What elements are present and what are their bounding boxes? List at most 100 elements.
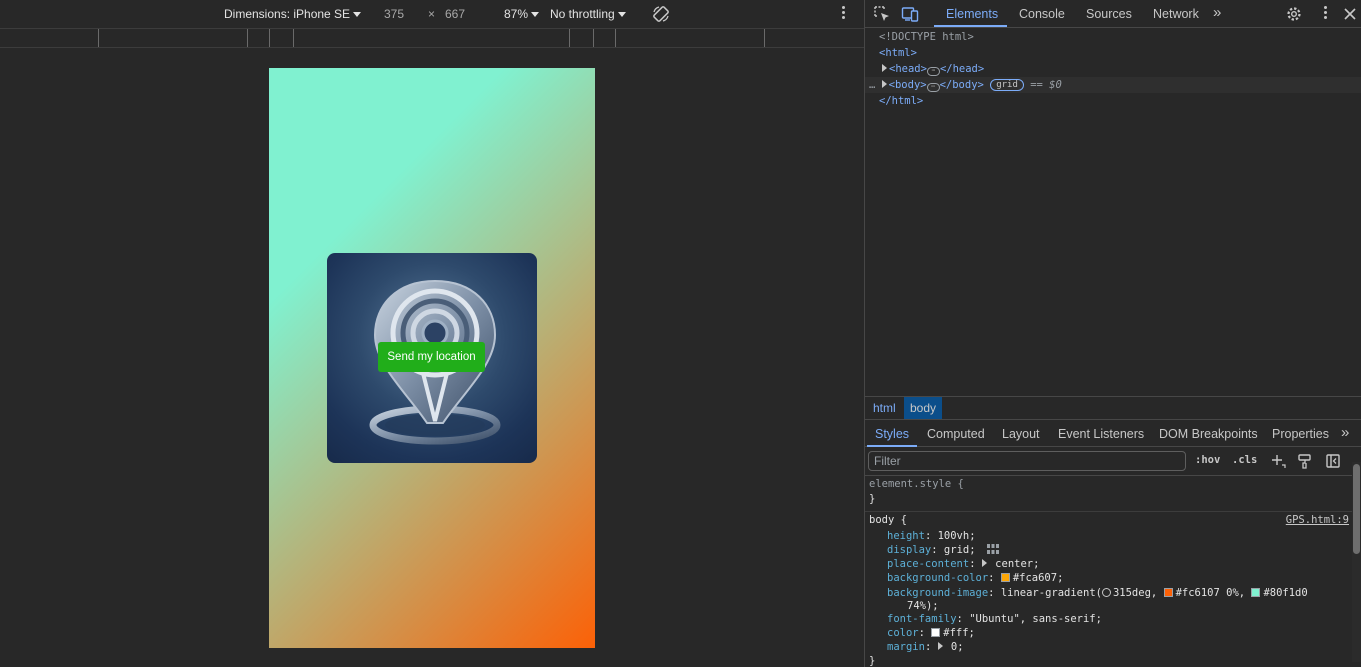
declaration-font-family[interactable]: font-family: "Ubuntu", sans-serif; [887,612,1102,626]
gradient-stop[interactable]: #80f1d0 [1263,587,1307,599]
tab-elements[interactable]: Elements [946,7,998,21]
styles-scrollbar[interactable] [1352,462,1361,662]
color-swatch[interactable] [1000,573,1010,582]
gear-icon[interactable] [1285,5,1303,23]
declaration-margin[interactable]: margin: 0; [887,640,964,654]
gradient-angle[interactable]: 315deg, [1113,587,1157,599]
height-field[interactable]: 667 [445,7,465,21]
color-swatch[interactable] [1163,588,1173,597]
expand-triangle-icon[interactable] [937,642,943,650]
collapsed-ellipsis[interactable]: ⋯ [926,67,940,76]
dom-node-html-close[interactable]: </html> [865,93,1361,109]
dom-node-body[interactable]: … <body> ⋯ </body> grid == $0 [865,77,1361,93]
declaration-place-content[interactable]: place-content: center; [887,557,1039,571]
breadcrumb-html[interactable]: html [867,397,902,419]
tab-network[interactable]: Network [1153,7,1199,21]
more-options-icon[interactable] [838,6,848,22]
prop-name: font-family [887,613,957,625]
dom-node-html[interactable]: <html> [865,45,1361,61]
toggle-sidebar-icon[interactable] [1325,453,1341,469]
ruler-tick [98,29,99,47]
prop-name: background-image [887,587,989,599]
tab-styles[interactable]: Styles [875,427,909,441]
prop-value[interactable]: grid; [944,544,976,556]
angle-swatch[interactable] [1101,588,1111,597]
color-swatch[interactable] [931,628,941,637]
prop-value[interactable]: "Ubuntu", sans-serif; [969,613,1102,625]
devtools-menu-icon[interactable] [1320,6,1330,22]
prop-value[interactable]: 0; [951,641,964,653]
tab-sources[interactable]: Sources [1086,7,1132,21]
doctype-text: <!DOCTYPE html> [879,31,974,43]
grid-badge[interactable]: grid [990,79,1024,91]
html-open-tag: <html> [879,47,917,59]
screen: Dimensions: iPhone SE 375 × 667 87% No t… [0,0,1361,667]
ruler-tick [764,29,765,47]
width-field[interactable]: 375 [384,7,404,21]
zoom-select[interactable]: 87% [504,7,540,21]
tab-dom-breakpoints[interactable]: DOM Breakpoints [1159,427,1258,441]
expand-triangle-icon[interactable] [981,559,987,567]
devtools-tabbar: Elements Console Sources Network » [865,0,1361,28]
active-tab-indicator [934,25,1007,27]
paint-brush-icon[interactable] [1297,453,1313,469]
device-select[interactable]: Dimensions: iPhone SE [224,7,362,21]
tab-computed[interactable]: Computed [927,427,985,441]
prop-value[interactable]: #fca607; [1013,572,1064,584]
rule-close-brace: } [869,493,876,505]
hov-button[interactable]: :hov [1195,454,1220,466]
prop-name: place-content [887,558,970,570]
breadcrumb-body[interactable]: body [904,397,943,419]
prop-value[interactable]: linear-gradient( [1001,587,1102,599]
prop-value[interactable]: 100vh; [938,530,976,542]
close-icon[interactable] [1341,5,1359,23]
send-location-button[interactable]: Send my location [378,342,485,372]
scrollbar-thumb[interactable] [1353,464,1360,554]
more-tabs-icon[interactable]: » [1213,4,1221,21]
expand-triangle-icon[interactable] [882,64,887,72]
element-style-rule[interactable]: element.style { [869,477,964,491]
declaration-background-color[interactable]: background-color: #fca607; [887,571,1063,585]
declaration-continuation[interactable]: 74%); [907,599,939,613]
body-rule-selector[interactable]: body { [869,513,907,527]
styles-filter-input[interactable] [868,451,1186,471]
expand-triangle-icon[interactable] [881,80,887,88]
head-open-tag: <head> [889,63,927,75]
row-dots[interactable]: … [869,79,875,91]
color-swatch[interactable] [1251,588,1261,597]
device-toggle-icon[interactable] [901,5,919,23]
prop-name: height [887,530,925,542]
declaration-height[interactable]: height: 100vh; [887,529,976,543]
devtools-panel: Elements Console Sources Network » <!DOC… [864,0,1361,667]
prop-name: margin [887,641,925,653]
html-close-tag: </html> [879,95,924,107]
prop-value[interactable]: center; [995,558,1039,570]
prop-value[interactable]: #fff; [943,627,975,639]
collapsed-ellipsis[interactable]: ⋯ [926,83,940,92]
rotate-icon[interactable] [651,4,671,24]
source-link[interactable]: GPS.html:9 [1286,513,1349,527]
tab-console[interactable]: Console [1019,7,1065,21]
dom-node-head[interactable]: <head> ⋯ </head> [865,61,1361,77]
gradient-stop[interactable]: #fc6107 0%, [1176,587,1246,599]
declaration-background-image[interactable]: background-image: linear-gradient(315deg… [887,586,1308,600]
tab-layout[interactable]: Layout [1002,427,1040,441]
grid-editor-icon[interactable] [986,543,1000,555]
inspect-element-icon[interactable] [873,5,891,23]
chevron-down-icon [617,12,626,17]
tab-properties[interactable]: Properties [1272,427,1329,441]
tab-event-listeners[interactable]: Event Listeners [1058,427,1144,441]
cls-button[interactable]: .cls [1232,454,1257,466]
dom-node-doctype[interactable]: <!DOCTYPE html> [865,29,1361,45]
declaration-display[interactable]: display: grid; [887,543,1000,557]
styles-toolbar: :hov .cls [865,448,1361,476]
breadcrumb: html body [865,396,1361,420]
rule-divider [865,511,1353,512]
declaration-color[interactable]: color: #fff; [887,626,975,640]
more-tabs-icon[interactable]: » [1341,424,1349,441]
zoom-label: 87% [504,7,529,21]
emulated-viewport: Send my location [269,68,595,648]
ruler-tick [569,29,570,47]
new-style-rule-icon[interactable] [1270,453,1286,469]
throttling-select[interactable]: No throttling [550,7,626,21]
